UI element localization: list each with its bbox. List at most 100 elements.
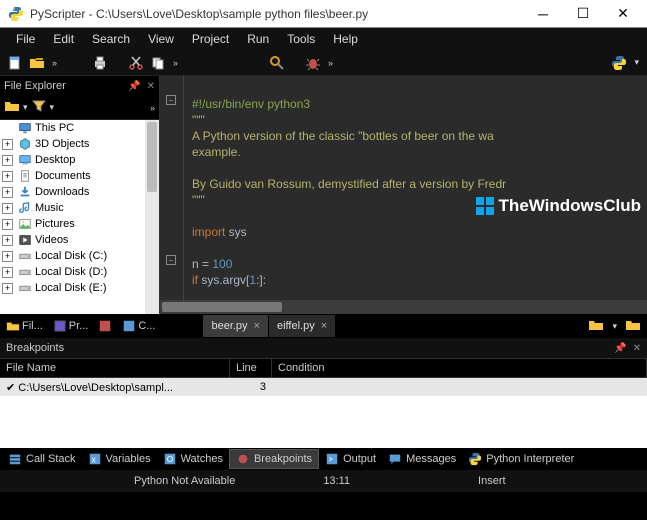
chevron-down-icon[interactable]: ▾ bbox=[50, 102, 55, 113]
expand-icon[interactable]: + bbox=[2, 139, 13, 150]
tab-call-stack[interactable]: Call Stack bbox=[2, 449, 82, 469]
chevron-down-icon[interactable]: ▾ bbox=[632, 57, 641, 68]
expand-icon[interactable]: + bbox=[2, 283, 13, 294]
open-file-icon[interactable] bbox=[28, 54, 46, 72]
code-line: n = 100 bbox=[192, 257, 232, 271]
horizontal-scrollbar[interactable] bbox=[160, 300, 647, 314]
pictures-icon bbox=[17, 217, 33, 231]
tree-row: +Documents bbox=[0, 168, 159, 184]
menu-help[interactable]: Help bbox=[325, 30, 366, 48]
chevron-down-icon[interactable]: ▾ bbox=[23, 102, 28, 113]
fold-icon[interactable]: − bbox=[166, 255, 176, 265]
breakpoint-row[interactable]: ✔ C:\Users\Love\Desktop\sampl... 3 bbox=[0, 378, 647, 396]
editor-tab-eiffel[interactable]: eiffel.py× bbox=[269, 315, 336, 337]
pin-icon[interactable]: 📌 bbox=[614, 343, 626, 354]
tree-row: +Local Disk (E:) bbox=[0, 280, 159, 296]
tab-watches[interactable]: Watches bbox=[157, 449, 229, 469]
expand-icon[interactable]: + bbox=[2, 171, 13, 182]
column-header[interactable]: Condition bbox=[272, 359, 647, 377]
new-file-icon[interactable] bbox=[6, 54, 24, 72]
filter-icon[interactable] bbox=[31, 98, 47, 117]
menu-file[interactable]: File bbox=[8, 30, 43, 48]
tree-row: This PC bbox=[0, 120, 159, 136]
side-tab-file[interactable]: Fil... bbox=[2, 316, 47, 336]
menu-run[interactable]: Run bbox=[239, 30, 277, 48]
breakpoints-body[interactable]: ✔ C:\Users\Love\Desktop\sampl... 3 bbox=[0, 378, 647, 448]
code-line: A Python version of the classic "bottles… bbox=[192, 129, 494, 143]
tab-messages[interactable]: Messages bbox=[382, 449, 462, 469]
tree-row: +Videos bbox=[0, 232, 159, 248]
menu-view[interactable]: View bbox=[140, 30, 182, 48]
close-tab-icon[interactable]: × bbox=[254, 320, 260, 332]
expand-icon[interactable]: + bbox=[2, 203, 13, 214]
expand-icon[interactable]: + bbox=[2, 235, 13, 246]
menu-tools[interactable]: Tools bbox=[279, 30, 323, 48]
tree-row: +Downloads bbox=[0, 184, 159, 200]
check-icon: ✔ bbox=[6, 382, 15, 394]
menu-project[interactable]: Project bbox=[184, 30, 237, 48]
expand-icon[interactable]: + bbox=[2, 219, 13, 230]
maximize-button[interactable]: ☐ bbox=[563, 0, 603, 28]
close-panel-icon[interactable]: ✕ bbox=[147, 81, 155, 92]
folder-icon[interactable] bbox=[4, 98, 20, 117]
code-line: import sys bbox=[192, 225, 247, 239]
column-header[interactable]: File Name bbox=[0, 359, 230, 377]
breakpoints-header: File Name Line Condition bbox=[0, 358, 647, 378]
expand-icon[interactable]: + bbox=[2, 267, 13, 278]
expand-icon[interactable]: + bbox=[2, 155, 13, 166]
chevron-icon[interactable]: » bbox=[171, 58, 180, 68]
chevron-icon[interactable]: » bbox=[150, 103, 155, 113]
expand-icon[interactable]: + bbox=[2, 251, 13, 262]
side-tab-c[interactable]: C... bbox=[118, 316, 159, 336]
code-line: example. bbox=[192, 145, 241, 159]
close-panel-icon[interactable]: ✕ bbox=[633, 343, 641, 354]
code-line: """ bbox=[192, 193, 205, 207]
search-icon[interactable] bbox=[268, 54, 286, 72]
fold-icon[interactable]: − bbox=[166, 95, 176, 105]
pin-icon[interactable]: 📌 bbox=[128, 81, 140, 92]
menu-edit[interactable]: Edit bbox=[45, 30, 82, 48]
desktop-icon bbox=[17, 153, 33, 167]
chevron-icon[interactable]: » bbox=[326, 58, 335, 68]
editor-tab-beer[interactable]: beer.py× bbox=[203, 315, 269, 337]
open-tab-folder-icon[interactable] bbox=[588, 317, 604, 336]
python-icon[interactable] bbox=[610, 54, 628, 72]
pc-icon bbox=[17, 121, 33, 135]
print-icon[interactable] bbox=[91, 54, 109, 72]
chevron-icon[interactable]: » bbox=[50, 58, 59, 68]
file-explorer-title: File Explorer bbox=[4, 80, 66, 92]
menu-search[interactable]: Search bbox=[84, 30, 138, 48]
bottom-tabbar: Call Stack xVariables Watches Breakpoint… bbox=[0, 448, 647, 470]
bug-icon[interactable] bbox=[304, 54, 322, 72]
tree-row: +3D Objects bbox=[0, 136, 159, 152]
copy-icon[interactable] bbox=[149, 54, 167, 72]
tab-output[interactable]: Output bbox=[319, 449, 382, 469]
chevron-down-icon[interactable]: ▾ bbox=[612, 321, 617, 332]
close-tab-icon[interactable]: × bbox=[321, 320, 327, 332]
file-tree[interactable]: This PC +3D Objects +Desktop +Documents … bbox=[0, 120, 159, 314]
tab-variables[interactable]: xVariables bbox=[82, 449, 157, 469]
tree-row: +Local Disk (D:) bbox=[0, 264, 159, 280]
gutter: − − bbox=[160, 76, 184, 300]
main-toolbar: » » » ▾ bbox=[0, 50, 647, 76]
tab-python-interpreter[interactable]: Python Interpreter bbox=[462, 449, 580, 469]
music-icon bbox=[17, 201, 33, 215]
status-bar: Python Not Available 13:11 Insert bbox=[0, 470, 647, 492]
minimize-button[interactable]: ─ bbox=[523, 0, 563, 28]
status-time: 13:11 bbox=[309, 475, 364, 487]
close-button[interactable]: ✕ bbox=[603, 0, 643, 28]
tab-breakpoints[interactable]: Breakpoints bbox=[229, 449, 319, 469]
code-line: #!/usr/bin/env python3 bbox=[192, 97, 310, 111]
expand-icon[interactable]: + bbox=[2, 187, 13, 198]
code-editor[interactable]: − − #!/usr/bin/env python3 """ A Python … bbox=[160, 76, 647, 314]
code-line: """ bbox=[192, 113, 205, 127]
side-tab-code[interactable] bbox=[94, 316, 116, 336]
scrollbar[interactable] bbox=[145, 120, 159, 314]
column-header[interactable]: Line bbox=[230, 359, 272, 377]
side-tab-project[interactable]: Pr... bbox=[49, 316, 93, 336]
cut-icon[interactable] bbox=[127, 54, 145, 72]
open-tab-folder-icon[interactable] bbox=[625, 317, 641, 336]
tree-row: +Music bbox=[0, 200, 159, 216]
drive-icon bbox=[17, 249, 33, 263]
window-title: PyScripter - C:\Users\Love\Desktop\sampl… bbox=[30, 7, 523, 21]
